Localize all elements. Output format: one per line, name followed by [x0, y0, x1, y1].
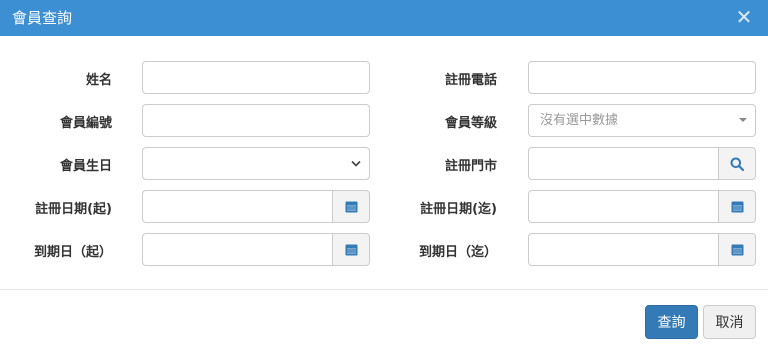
exp-to-calendar-button[interactable] — [718, 233, 756, 266]
level-select[interactable]: 沒有選中數據 — [528, 104, 756, 137]
level-placeholder: 沒有選中數據 — [540, 113, 619, 128]
phone-input[interactable] — [528, 61, 756, 94]
exp-to-label: 到期日（迄） — [418, 245, 497, 260]
member-search-dialog: 會員查詢 ✕ 姓名 註冊電話 會員編號 會員等級 沒有選中數據 會員生日 註冊門… — [0, 0, 768, 350]
store-label: 註冊門市 — [444, 159, 497, 174]
caret-down-icon — [739, 118, 747, 122]
reg-from-input[interactable] — [142, 190, 332, 223]
close-icon[interactable]: ✕ — [734, 4, 754, 30]
reg-to-label: 註冊日期(迄) — [420, 202, 497, 217]
member-no-label: 會員編號 — [59, 116, 112, 131]
store-search-button[interactable] — [718, 147, 756, 180]
birthday-select[interactable] — [142, 147, 370, 180]
birthday-label: 會員生日 — [59, 159, 112, 174]
exp-from-input[interactable] — [142, 233, 332, 266]
calendar-icon — [731, 201, 743, 213]
reg-to-calendar-button[interactable] — [718, 190, 756, 223]
name-input[interactable] — [142, 61, 370, 94]
reg-from-calendar-button[interactable] — [332, 190, 370, 223]
store-input[interactable] — [528, 147, 718, 180]
search-button[interactable]: 查詢 — [645, 305, 698, 339]
dialog-title: 會員查詢 — [12, 9, 73, 27]
phone-label: 註冊電話 — [444, 73, 497, 88]
member-no-input[interactable] — [142, 104, 370, 137]
reg-to-input[interactable] — [528, 190, 718, 223]
calendar-icon — [731, 244, 743, 256]
exp-to-input[interactable] — [528, 233, 718, 266]
cancel-button[interactable]: 取消 — [703, 305, 756, 339]
chevron-down-icon — [351, 160, 361, 167]
dialog-titlebar: 會員查詢 ✕ — [0, 0, 768, 36]
exp-from-calendar-button[interactable] — [332, 233, 370, 266]
exp-from-label: 到期日（起） — [33, 245, 112, 260]
reg-from-label: 註冊日期(起) — [35, 202, 112, 217]
name-label: 姓名 — [85, 73, 112, 88]
calendar-icon — [345, 201, 357, 213]
calendar-icon — [345, 244, 357, 256]
footer-divider — [0, 289, 768, 290]
level-label: 會員等級 — [444, 116, 497, 131]
search-icon — [730, 157, 744, 171]
